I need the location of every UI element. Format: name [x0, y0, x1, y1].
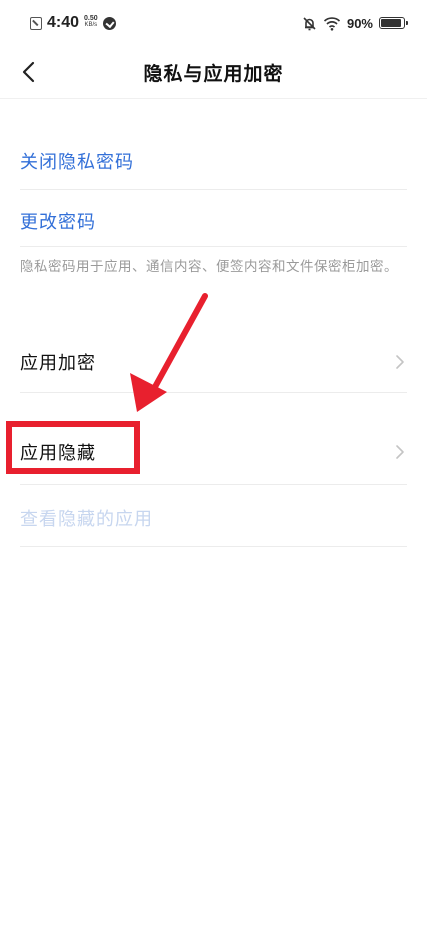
chevron-right-icon [396, 445, 404, 459]
privacy-password-note: 隐私密码用于应用、通信内容、便签内容和文件保密柜加密。 [20, 259, 398, 275]
status-time: 4:40 [47, 14, 80, 31]
status-right: 90% [302, 13, 408, 33]
annotation-highlight-box [6, 421, 140, 474]
divider [20, 246, 407, 247]
wifi-icon [323, 16, 341, 31]
sim-icon [30, 16, 42, 30]
close-privacy-password-item[interactable]: 关闭隐私密码 [20, 146, 407, 176]
network-speed-unit: KB/s [84, 22, 98, 28]
network-speed: 0.50 KB/s [84, 15, 98, 29]
app-encryption-label: 应用加密 [20, 353, 96, 374]
battery-icon [379, 17, 408, 29]
header: 隐私与应用加密 [0, 46, 427, 99]
divider [20, 392, 407, 393]
page-title: 隐私与应用加密 [143, 63, 284, 85]
network-speed-value: 0.50 [84, 15, 98, 22]
close-privacy-password-label: 关闭隐私密码 [20, 152, 134, 173]
change-password-item[interactable]: 更改密码 [20, 206, 407, 236]
chevron-right-icon [396, 355, 404, 369]
status-left: 4:40 0.50 KB/s [30, 13, 116, 33]
divider [20, 484, 407, 485]
view-hidden-apps-item: 查看隐藏的应用 [20, 503, 407, 533]
battery-percent: 90% [346, 15, 373, 31]
view-hidden-apps-label: 查看隐藏的应用 [20, 509, 153, 530]
divider [20, 189, 407, 190]
mute-icon [303, 16, 316, 30]
notification-icon [102, 16, 116, 30]
battery-level-fill [381, 19, 401, 27]
app-encryption-item[interactable]: 应用加密 [20, 347, 407, 377]
divider [20, 546, 407, 547]
change-password-label: 更改密码 [20, 212, 96, 233]
status-bar: 4:40 0.50 KB/s 90% [0, 0, 427, 46]
